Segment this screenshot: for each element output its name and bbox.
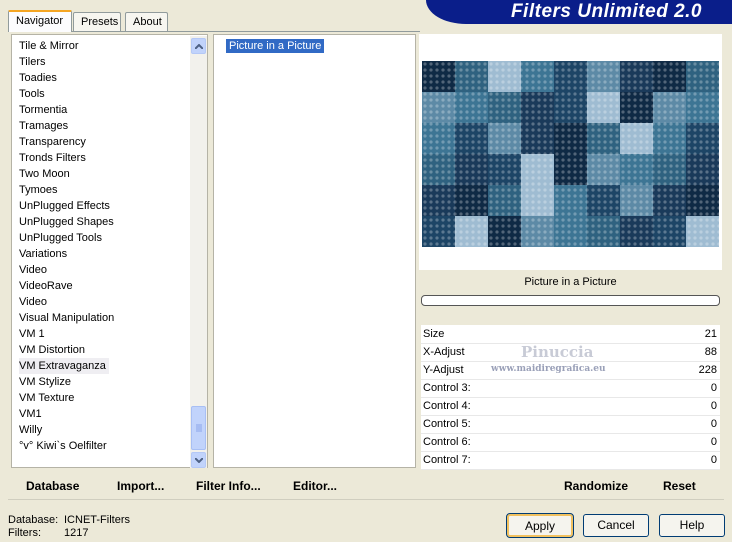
control-value: 0	[710, 436, 717, 448]
category-item[interactable]: VM Stylize	[19, 374, 71, 390]
category-item[interactable]: Tilers	[19, 54, 45, 70]
filters-count: 1217	[64, 527, 89, 539]
category-item[interactable]: VM 1	[19, 326, 45, 342]
category-item[interactable]: °v° Kiwi`s Oelfilter	[19, 438, 107, 454]
control-label: Control 6:	[423, 436, 471, 448]
tab-about[interactable]: About	[125, 12, 168, 32]
category-item[interactable]: Tymoes	[19, 182, 58, 198]
preview-filter-name: Picture in a Picture	[524, 276, 617, 288]
control-label: Size	[423, 328, 445, 340]
control-label: Y-Adjust	[423, 364, 464, 376]
category-item[interactable]: VM Extravaganza	[19, 358, 109, 374]
category-item[interactable]: UnPlugged Shapes	[19, 214, 114, 230]
category-item[interactable]: Tormentia	[19, 102, 67, 118]
randomize-button[interactable]: Randomize	[564, 478, 628, 494]
preview-panel	[419, 34, 722, 270]
category-item[interactable]: Variations	[19, 246, 67, 262]
category-item[interactable]: Tronds Filters	[19, 150, 86, 166]
control-value: 0	[710, 454, 717, 466]
category-item[interactable]: VM Distortion	[19, 342, 85, 358]
category-item[interactable]: VM1	[19, 406, 42, 422]
control-label: Control 4:	[423, 400, 471, 412]
filter-list[interactable]: Picture in a Picture	[213, 34, 416, 468]
control-value: 0	[710, 382, 717, 394]
chevron-up-icon	[194, 43, 203, 49]
category-item[interactable]: Willy	[19, 422, 42, 438]
grip-icon	[196, 424, 202, 432]
help-button[interactable]: Help	[659, 514, 725, 537]
bottom-divider	[8, 499, 724, 500]
control-row[interactable]: Control 5: 0	[421, 415, 720, 434]
control-label: X-Adjust	[423, 346, 465, 358]
control-row[interactable]: Size 21	[421, 325, 720, 344]
tab-navigator[interactable]: Navigator	[8, 10, 72, 32]
category-item[interactable]: VM Texture	[19, 390, 74, 406]
filter-name-area: Picture in a Picture	[421, 271, 720, 311]
category-item[interactable]: VideoRave	[19, 278, 73, 294]
control-value: 228	[698, 364, 717, 376]
control-value: 0	[710, 418, 717, 430]
progress-bar	[421, 295, 720, 306]
control-label: Control 3:	[423, 382, 471, 394]
category-list[interactable]: Tile & Mirror Tilers Toadies Tools Tormentia…	[11, 34, 208, 468]
editor-button[interactable]: Editor...	[293, 478, 337, 494]
category-item[interactable]: UnPlugged Effects	[19, 198, 110, 214]
control-value: 88	[704, 346, 717, 358]
control-value: 0	[710, 400, 717, 412]
scroll-thumb[interactable]	[191, 406, 206, 450]
reset-button[interactable]: Reset	[663, 478, 696, 494]
category-item[interactable]: Tools	[19, 86, 45, 102]
chevron-down-icon	[194, 457, 203, 463]
control-row[interactable]: Control 3: 0	[421, 379, 720, 398]
control-row[interactable]: Control 7: 0	[421, 451, 720, 470]
database-label: Database:	[8, 514, 59, 526]
watermark-name: Pinuccia	[521, 343, 594, 361]
category-item[interactable]: UnPlugged Tools	[19, 230, 102, 246]
control-value: 21	[704, 328, 717, 340]
category-item[interactable]: Video	[19, 262, 47, 278]
filter-item-selected[interactable]: Picture in a Picture	[226, 39, 325, 53]
category-item[interactable]: Tile & Mirror	[19, 38, 78, 54]
category-item[interactable]: Toadies	[19, 70, 57, 86]
category-item[interactable]: Two Moon	[19, 166, 70, 182]
filters-label: Filters:	[8, 527, 41, 539]
header-banner: Filters Unlimited 2.0	[426, 0, 732, 24]
watermark-site: www.maidiregrafica.eu	[491, 364, 606, 374]
control-label: Control 5:	[423, 418, 471, 430]
scroll-down-button[interactable]	[191, 452, 206, 468]
cancel-button[interactable]: Cancel	[583, 514, 649, 537]
category-item[interactable]: Video	[19, 294, 47, 310]
control-row[interactable]: Control 6: 0	[421, 433, 720, 452]
app-title: Filters Unlimited 2.0	[510, 1, 702, 22]
category-item[interactable]: Tramages	[19, 118, 68, 134]
category-item[interactable]: Transparency	[19, 134, 86, 150]
database-button[interactable]: Database	[26, 478, 79, 494]
tab-presets[interactable]: Presets	[73, 12, 121, 32]
control-row[interactable]: Control 4: 0	[421, 397, 720, 416]
import-button[interactable]: Import...	[117, 478, 164, 494]
controls-panel: Control 7: 0 Control 6: 0 Control 5: 0 Control…	[421, 325, 720, 470]
database-value: ICNET-Filters	[64, 514, 130, 526]
filter-info-button[interactable]: Filter Info...	[196, 478, 261, 494]
category-item[interactable]: Visual Manipulation	[19, 310, 114, 326]
preview-image	[422, 61, 719, 247]
category-scrollbar[interactable]	[190, 36, 207, 468]
control-label: Control 7:	[423, 454, 471, 466]
apply-button[interactable]: Apply	[506, 513, 574, 538]
scroll-up-button[interactable]	[191, 38, 206, 54]
